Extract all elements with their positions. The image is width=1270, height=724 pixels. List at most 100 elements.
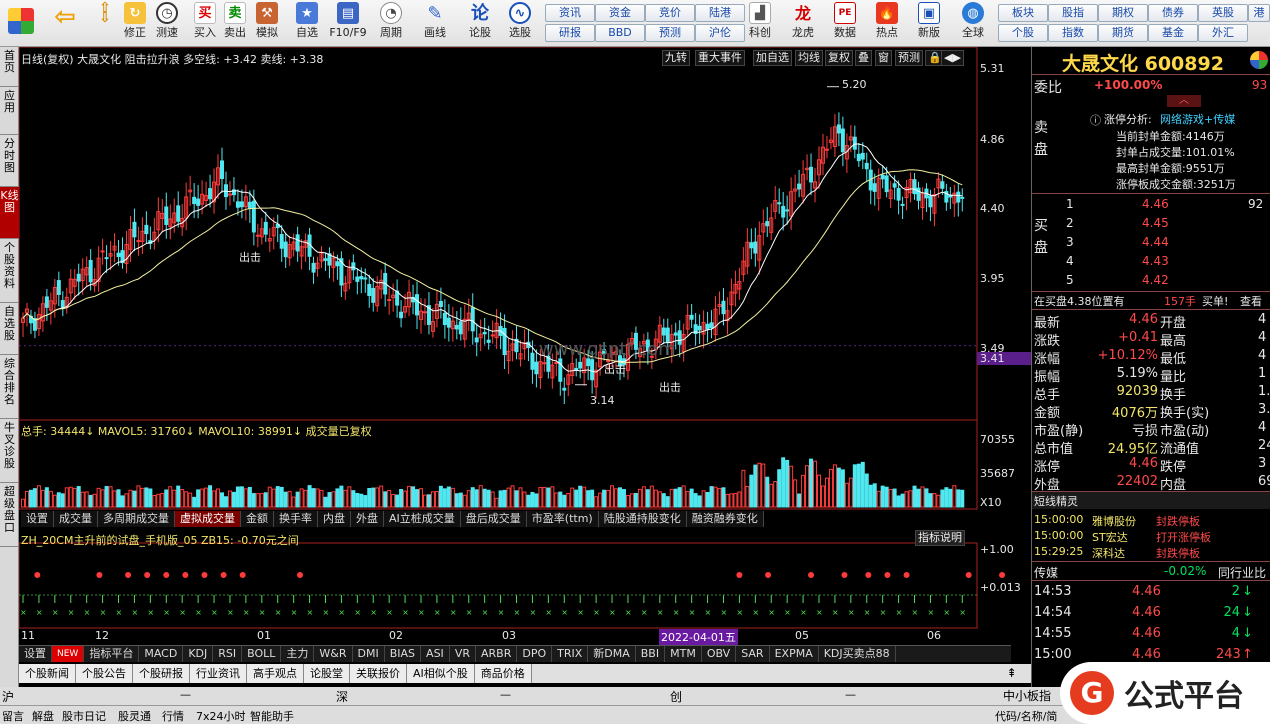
btn-hk[interactable]: 港 — [1248, 4, 1270, 22]
status-cyb[interactable]: 创 — [670, 688, 682, 705]
indicator-tab-4[interactable]: KDJ — [183, 646, 214, 662]
btn-fund[interactable]: 基金 — [1148, 24, 1198, 42]
indicator-tab-18[interactable]: MTM — [665, 646, 702, 662]
indicator-tab-6[interactable]: BOLL — [242, 646, 282, 662]
indicator-tab-12[interactable]: VR — [450, 646, 476, 662]
side-tab-profile[interactable]: 个股资料 — [0, 239, 19, 303]
btn-forecast[interactable]: 预测 — [645, 24, 695, 42]
indicator-tab-8[interactable]: W&R — [314, 646, 353, 662]
indicator-tab-1[interactable]: NEW — [52, 646, 85, 662]
btn-funds[interactable]: 资金 — [595, 4, 645, 22]
kline-svg[interactable]: × × × × × × × × × × × × × × × × × × × × × × × × × × × × × × × × × × × × × × × ×… — [19, 47, 1031, 645]
vol-tab-pe[interactable]: 市盈率(ttm) — [526, 511, 599, 527]
news-tab-7[interactable]: AI相似个股 — [407, 664, 475, 683]
kechuang-button[interactable]: ▟ 科创 — [745, 2, 775, 45]
side-tab-diagnosis[interactable]: 牛叉诊股 — [0, 419, 19, 483]
status-assistant[interactable]: 智能助手 — [250, 708, 294, 724]
btn-predict[interactable]: 预测 — [895, 50, 923, 66]
indicator-tab-2[interactable]: 指标平台 — [84, 646, 140, 662]
vol-tab-ai[interactable]: AI立桩成交量 — [384, 511, 461, 527]
btn-restore-rights[interactable]: 复权 — [825, 50, 853, 66]
indicator-tab-3[interactable]: MACD — [139, 646, 184, 662]
indicator-tab-11[interactable]: ASI — [421, 646, 450, 662]
btn-ma[interactable]: 均线 — [795, 50, 823, 66]
simulate-button[interactable]: ⚒ 模拟 — [252, 2, 282, 45]
side-tab-watchlist[interactable]: 自选股 — [0, 303, 19, 355]
indicator-tab-22[interactable]: KDJ买卖点88 — [819, 646, 896, 662]
vol-tab-settings[interactable]: 设置 — [21, 511, 54, 527]
btn-major-events[interactable]: 重大事件 — [695, 50, 745, 66]
stock-picker-button[interactable]: ∿ 选股 — [505, 2, 535, 45]
status-sh[interactable]: 沪 — [2, 688, 14, 705]
vol-tab-multi-period[interactable]: 多周期成交量 — [98, 511, 175, 527]
btn-auction[interactable]: 竞价 — [645, 4, 695, 22]
indicator-tab-9[interactable]: DMI — [353, 646, 385, 662]
sprite-0-name[interactable]: 雅博股份 — [1092, 513, 1136, 529]
btn-futures[interactable]: 期货 — [1098, 24, 1148, 42]
status-quotes[interactable]: 行情 — [162, 708, 184, 724]
news-tab-6[interactable]: 关联报价 — [350, 664, 407, 683]
btn-bbd[interactable]: BBD — [595, 24, 645, 42]
indicator-tab-14[interactable]: DPO — [517, 646, 553, 662]
vol-tab-turnover[interactable]: 换手率 — [274, 511, 318, 527]
collapse-chevron-icon[interactable]: ︿ — [1167, 95, 1201, 107]
btn-options[interactable]: 期权 — [1098, 4, 1148, 22]
btn-window[interactable]: 窗 — [875, 50, 892, 66]
side-tab-kline[interactable]: K线图 — [0, 187, 19, 239]
indicator-tab-20[interactable]: SAR — [736, 646, 770, 662]
dragon-tiger-button[interactable]: 龙龙虎 — [788, 2, 818, 45]
new-version-button[interactable]: ▣ 新版 — [914, 2, 944, 45]
btn-stock-index[interactable]: 股指 — [1048, 4, 1098, 22]
indicator-tab-17[interactable]: BBI — [636, 646, 666, 662]
vol-tab-amount[interactable]: 金额 — [241, 511, 274, 527]
sprite-2-name[interactable]: 深科达 — [1092, 545, 1125, 561]
status-diary[interactable]: 股市日记 — [62, 708, 106, 724]
status-24h[interactable]: 7x24小时 — [196, 708, 246, 724]
btn-overlay[interactable]: 叠 — [855, 50, 872, 66]
status-ganglingtong[interactable]: 股灵通 — [118, 708, 151, 724]
news-tab-1[interactable]: 个股公告 — [76, 664, 133, 683]
expand-icon[interactable]: ◀▶ — [941, 50, 964, 66]
side-tab-ranking[interactable]: 综合排名 — [0, 355, 19, 419]
vol-tab-outer[interactable]: 外盘 — [351, 511, 384, 527]
btn-add-watch[interactable]: 加自选 — [753, 50, 792, 66]
side-tab-apps[interactable]: 应用 — [0, 87, 19, 135]
kline-chart-area[interactable]: × × × × × × × × × × × × × × × × × × × × × × × × × × × × × × × × × × × × × × × ×… — [19, 47, 1031, 687]
btn-research[interactable]: 研报 — [545, 24, 595, 42]
indicator-tab-7[interactable]: 主力 — [281, 646, 315, 662]
side-tab-level2[interactable]: 超级盘口 — [0, 483, 19, 547]
watchlist-button[interactable]: ★ 自选 — [292, 2, 322, 45]
status-analysis[interactable]: 解盘 — [32, 708, 54, 724]
forum-button[interactable]: 论论股 — [465, 2, 495, 45]
indicator-tab-0[interactable]: 设置 — [19, 646, 52, 662]
indicator-tab-19[interactable]: OBV — [702, 646, 737, 662]
side-tab-intraday[interactable]: 分时图 — [0, 135, 19, 187]
period-button[interactable]: ◔ 周期 — [376, 2, 406, 45]
news-tab-4[interactable]: 高手观点 — [247, 664, 304, 683]
indicator-tab-13[interactable]: ARBR — [476, 646, 518, 662]
vol-tab-after-hours[interactable]: 盘后成交量 — [460, 511, 527, 527]
vol-tab-margin[interactable]: 融资融券变化 — [686, 511, 764, 527]
f10-button[interactable]: ▤ F10/F9 — [328, 2, 368, 45]
back-icon[interactable]: ⇦ — [50, 2, 80, 45]
btn-individual[interactable]: 个股 — [998, 24, 1048, 42]
vol-tab-inner[interactable]: 内盘 — [318, 511, 351, 527]
btn-uk-stocks[interactable]: 英股 — [1198, 4, 1248, 22]
speed-test-button[interactable]: ◷ 测速 — [152, 2, 182, 45]
btn-index[interactable]: 指数 — [1048, 24, 1098, 42]
news-tab-0[interactable]: 个股新闻 — [19, 664, 76, 683]
scroll-top-icon[interactable]: ⇞ — [992, 664, 1031, 683]
indicator-tab-21[interactable]: EXPMA — [770, 646, 819, 662]
status-sme[interactable]: 中小板指 — [1003, 687, 1051, 704]
btn-shanghai-london[interactable]: 沪伦 — [695, 24, 745, 42]
sell-button[interactable]: 卖卖出 — [220, 2, 250, 45]
sector-name[interactable]: 传媒 — [1034, 564, 1058, 581]
btn-hk-connect[interactable]: 陆港 — [695, 4, 745, 22]
btn-jiuzhuan[interactable]: 九转 — [662, 50, 690, 66]
app-logo-icon[interactable] — [6, 2, 36, 45]
side-tab-home[interactable]: 首页 — [0, 47, 19, 87]
indicator-tab-16[interactable]: 新DMA — [588, 646, 636, 662]
news-tab-3[interactable]: 行业资讯 — [190, 664, 247, 683]
btn-bonds[interactable]: 债券 — [1148, 4, 1198, 22]
data-button[interactable]: PE 数据 — [830, 2, 860, 45]
